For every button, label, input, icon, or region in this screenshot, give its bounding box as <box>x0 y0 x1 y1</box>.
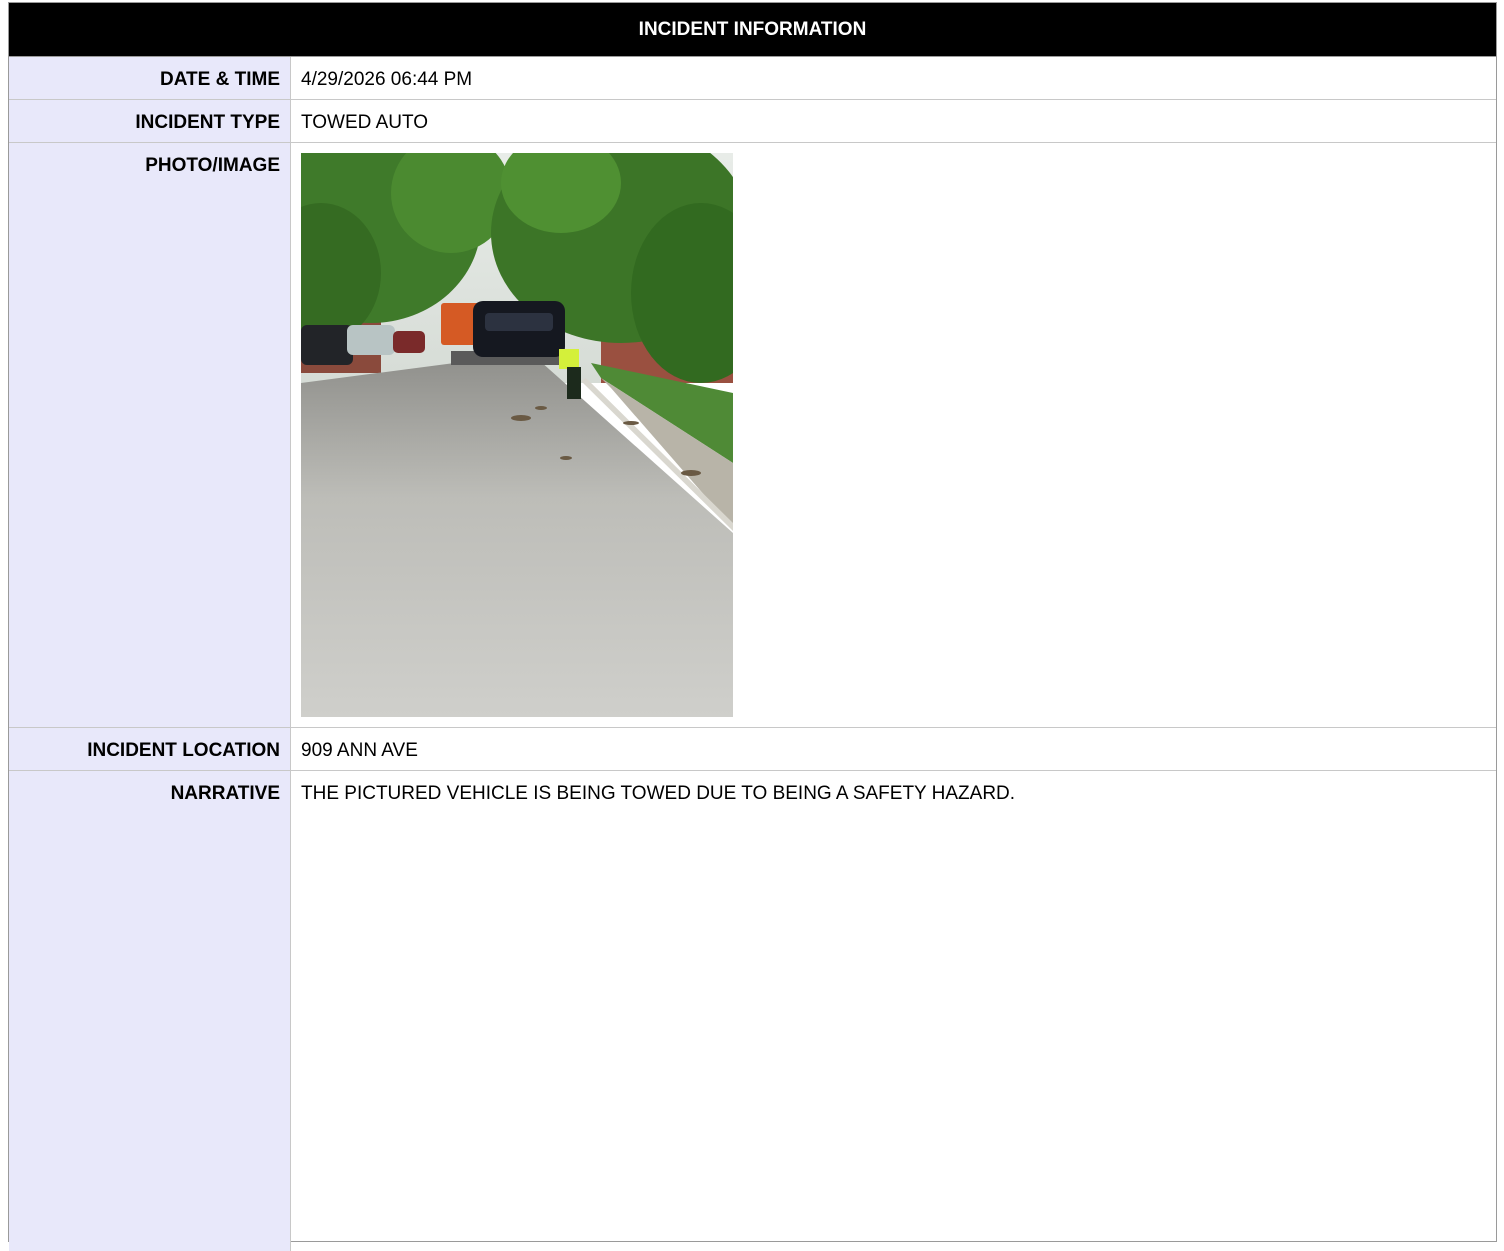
photo-container <box>291 143 733 727</box>
incident-report: INCIDENT INFORMATION DATE & TIME 4/29/20… <box>8 2 1497 1251</box>
incident-type-label: INCIDENT TYPE <box>9 100 291 142</box>
date-time-label: DATE & TIME <box>9 57 291 99</box>
photo-label: PHOTO/IMAGE <box>9 143 291 727</box>
incident-photo[interactable] <box>301 153 733 717</box>
date-time-value: 4/29/2026 06:44 PM <box>301 69 473 90</box>
narrative-label: NARRATIVE <box>9 771 291 1251</box>
report-header: INCIDENT INFORMATION <box>9 3 1496 57</box>
row-incident-type: INCIDENT TYPE TOWED AUTO <box>9 100 1496 143</box>
narrative-value: THE PICTURED VEHICLE IS BEING TOWED DUE … <box>301 783 1016 804</box>
incident-location-value: 909 ANN AVE <box>301 740 418 761</box>
row-date-time: DATE & TIME 4/29/2026 06:44 PM <box>9 57 1496 100</box>
report-title: INCIDENT INFORMATION <box>638 18 867 40</box>
row-photo: PHOTO/IMAGE <box>9 143 1496 728</box>
row-incident-location: INCIDENT LOCATION 909 ANN AVE <box>9 728 1496 771</box>
incident-location-label: INCIDENT LOCATION <box>9 728 291 770</box>
row-narrative: NARRATIVE THE PICTURED VEHICLE IS BEING … <box>9 771 1496 1251</box>
incident-type-value: TOWED AUTO <box>301 112 429 133</box>
